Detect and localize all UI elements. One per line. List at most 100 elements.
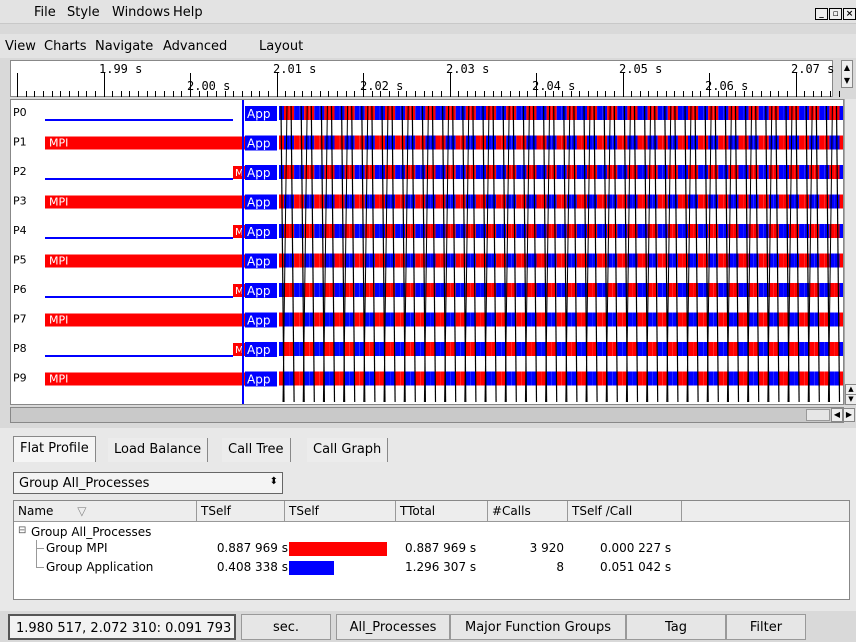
menu-windows[interactable]: Windows xyxy=(112,5,170,20)
state-label: MPI xyxy=(49,137,68,150)
process-label: P0 xyxy=(13,106,27,119)
status-processes[interactable]: All_Processes xyxy=(336,614,450,640)
menu-advanced[interactable]: Advanced xyxy=(163,39,227,54)
menu-navigate[interactable]: Navigate xyxy=(95,39,153,54)
state-segment xyxy=(400,253,406,268)
state-segment xyxy=(819,283,825,297)
status-grouping[interactable]: Major Function Groups xyxy=(450,614,626,640)
state-segment xyxy=(294,165,300,179)
state-segment xyxy=(294,253,300,268)
menu-charts[interactable]: Charts xyxy=(44,39,87,54)
menu-layout[interactable]: Layout xyxy=(259,39,303,54)
tab-load-balance[interactable]: Load Balance xyxy=(108,438,209,462)
state-segment xyxy=(758,371,764,386)
tree-collapse-icon[interactable]: ⊟ xyxy=(18,525,26,536)
state-segment xyxy=(738,283,744,297)
state-segment xyxy=(455,283,461,297)
scroll-right-icon[interactable]: ▶ xyxy=(843,408,855,422)
state-segment xyxy=(531,253,537,268)
state-segment xyxy=(374,283,380,297)
state-segment xyxy=(713,253,719,268)
scroll-down-icon[interactable]: ▼ xyxy=(845,394,856,405)
menu-view[interactable]: View xyxy=(5,39,36,54)
application-window: File Style Windows Help _ ▫ × View Chart… xyxy=(0,0,856,642)
state-segment xyxy=(627,342,633,356)
state-segment xyxy=(698,253,704,268)
ruler-tick xyxy=(60,91,62,97)
state-label: App xyxy=(247,196,270,210)
row-tself-per-call: 0.051 042 s xyxy=(600,560,672,574)
status-filter[interactable]: Filter xyxy=(726,614,806,640)
ruler-tick xyxy=(769,91,771,97)
ruler-tick xyxy=(414,91,416,97)
column-header-tself-per-call[interactable]: TSelf /Call xyxy=(568,501,682,522)
state-segment xyxy=(551,253,557,268)
state-segment xyxy=(617,371,623,386)
state-segment xyxy=(496,283,502,297)
column-header-tself-bar[interactable]: TSelf xyxy=(285,501,396,522)
state-segment xyxy=(380,224,385,238)
status-time-range[interactable]: 1.980 517, 2.072 310: 0.091 793 xyxy=(8,614,236,640)
state-segment xyxy=(576,283,582,297)
state-label: MPI xyxy=(49,196,68,209)
time-ruler[interactable]: 1.99 s 2.01 s 2.03 s 2.05 s 2.07 s 2.00 … xyxy=(10,60,840,97)
process-label: P9 xyxy=(13,372,27,385)
state-segment xyxy=(501,253,507,268)
scrollbar-thumb[interactable] xyxy=(806,409,830,421)
close-icon[interactable]: × xyxy=(843,8,856,20)
state-segment xyxy=(784,253,789,268)
state-segment xyxy=(799,106,805,120)
scroll-left-icon[interactable]: ◀ xyxy=(831,408,843,422)
ruler-tick xyxy=(553,91,555,97)
tab-call-graph[interactable]: Call Graph xyxy=(307,438,389,462)
state-segment xyxy=(496,165,502,179)
timeline-horizontal-scrollbar[interactable] xyxy=(10,407,844,423)
column-header-calls[interactable]: #Calls xyxy=(488,501,568,522)
state-segment xyxy=(698,312,704,327)
minimize-icon[interactable]: _ xyxy=(815,8,828,20)
row-calls: 3 920 xyxy=(529,541,564,555)
ruler-tick xyxy=(596,91,598,97)
ruler-tick xyxy=(345,91,347,97)
column-header-tself[interactable]: TSelf xyxy=(197,501,285,522)
menu-file[interactable]: File xyxy=(34,5,56,20)
state-segment xyxy=(455,253,461,268)
state-segment xyxy=(496,224,502,238)
process-timeline[interactable]: P0 App P1 MPI App P2 M App P3 MPI App P4 M App P5 MPI Ap… xyxy=(10,99,844,405)
state-segment xyxy=(662,253,668,268)
state-segment xyxy=(455,165,461,179)
state-segment xyxy=(778,135,784,150)
state-segment xyxy=(667,342,673,356)
state-segment xyxy=(516,194,522,209)
tab-call-tree[interactable]: Call Tree xyxy=(222,438,291,462)
ruler-tick xyxy=(155,91,157,97)
state-segment xyxy=(455,312,461,327)
state-segment xyxy=(556,342,562,356)
state-segment xyxy=(415,194,421,209)
ruler-spin-icon[interactable]: ▲ ▼ xyxy=(841,60,853,88)
state-segment xyxy=(597,312,603,327)
restore-icon[interactable]: ▫ xyxy=(829,8,842,20)
row-calls: 8 xyxy=(556,560,564,574)
state-segment xyxy=(799,312,805,327)
state-segment xyxy=(460,253,466,268)
state-segment xyxy=(349,224,355,238)
state-segment xyxy=(607,194,613,209)
ruler-tick xyxy=(423,91,425,97)
status-unit[interactable]: sec. xyxy=(241,614,331,640)
menu-style[interactable]: Style xyxy=(67,5,100,20)
timeline-vertical-scrollbar[interactable]: ▲ ▼ xyxy=(844,99,856,405)
state-segment xyxy=(501,224,507,238)
state-segment xyxy=(723,253,729,268)
tree-root-label[interactable]: Group All_Processes xyxy=(31,525,151,539)
state-segment xyxy=(718,342,724,356)
column-header-ttotal[interactable]: TTotal xyxy=(396,501,488,522)
state-segment xyxy=(723,224,729,238)
main-menubar: File Style Windows Help _ ▫ × xyxy=(0,0,856,24)
group-select[interactable]: Group All_Processes ⬍ xyxy=(13,472,283,494)
column-header-name[interactable]: Name ▽ xyxy=(14,501,197,522)
tab-flat-profile[interactable]: Flat Profile xyxy=(13,436,96,462)
status-tag[interactable]: Tag xyxy=(626,614,726,640)
menu-help[interactable]: Help xyxy=(173,5,203,20)
state-segment xyxy=(693,224,699,238)
